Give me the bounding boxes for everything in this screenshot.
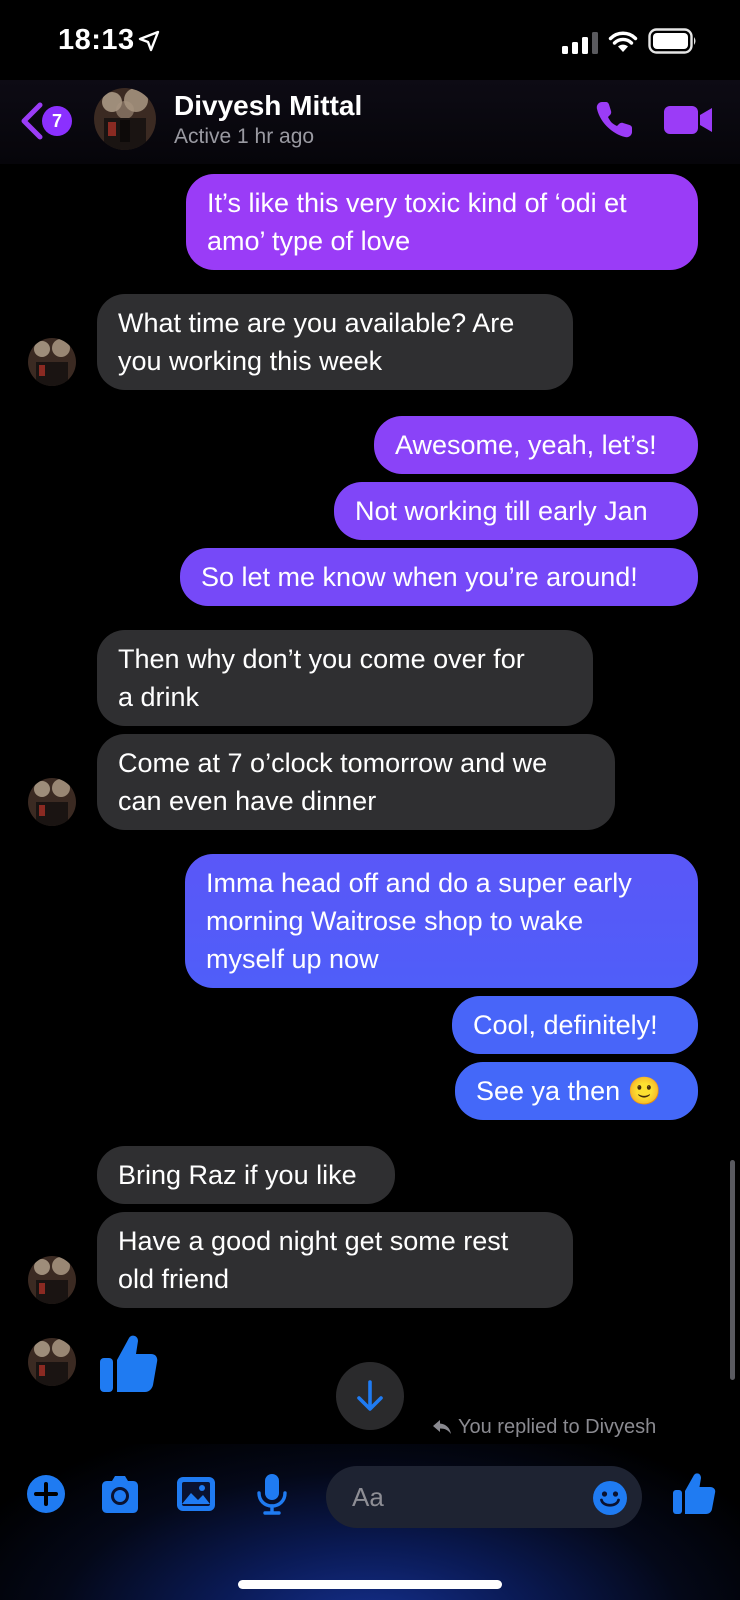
- contact-avatar-small[interactable]: [28, 778, 76, 826]
- contact-name[interactable]: Divyesh Mittal: [174, 90, 362, 122]
- plus-icon[interactable]: [24, 1472, 68, 1516]
- sent-message[interactable]: Not working till early Jan: [334, 482, 698, 540]
- camera-icon[interactable]: [98, 1472, 142, 1516]
- scroll-to-bottom-button[interactable]: [336, 1362, 404, 1430]
- contact-avatar-small[interactable]: [28, 1256, 76, 1304]
- received-message[interactable]: Come at 7 o’clock tomorrow and we can ev…: [97, 734, 615, 830]
- received-message[interactable]: Then why don’t you come over for a drink: [97, 630, 593, 726]
- sent-message[interactable]: See ya then 🙂: [455, 1062, 698, 1120]
- unread-count-badge: 7: [42, 106, 72, 136]
- scrollbar[interactable]: [730, 1160, 735, 1380]
- microphone-icon[interactable]: [250, 1472, 294, 1516]
- contact-avatar[interactable]: [94, 88, 156, 150]
- arrow-down-icon: [357, 1380, 383, 1411]
- video-call-icon[interactable]: [664, 102, 714, 138]
- back-button[interactable]: 7: [20, 100, 76, 144]
- location-arrow-icon: [138, 30, 160, 52]
- sent-message[interactable]: Cool, definitely!: [452, 996, 698, 1054]
- photo-gallery-icon[interactable]: [174, 1472, 218, 1516]
- contact-avatar-small[interactable]: [28, 1338, 76, 1386]
- reply-indicator: You replied to Divyesh: [432, 1416, 656, 1439]
- chevron-left-icon: [21, 102, 43, 140]
- message-thread[interactable]: It’s like this very toxic kind of ‘odi e…: [0, 164, 740, 1444]
- received-message[interactable]: Bring Raz if you like: [97, 1146, 395, 1204]
- message-composer: Aa: [0, 1444, 740, 1600]
- contact-active-status: Active 1 hr ago: [174, 125, 315, 148]
- battery-icon: [648, 28, 696, 54]
- reply-arrow-icon: [433, 1420, 451, 1434]
- thumbs-up-icon[interactable]: [98, 1332, 158, 1394]
- conversation-header: 7 Divyesh Mittal Active 1 hr ago: [0, 80, 740, 164]
- sent-message[interactable]: So let me know when you’re around!: [180, 548, 698, 606]
- emoji-icon[interactable]: [592, 1480, 628, 1516]
- sent-message[interactable]: It’s like this very toxic kind of ‘odi e…: [186, 174, 698, 270]
- status-time: 18:13: [58, 24, 135, 56]
- sent-message[interactable]: Awesome, yeah, let’s!: [374, 416, 698, 474]
- home-indicator: [238, 1580, 502, 1589]
- thumbs-up-send-icon[interactable]: [672, 1470, 716, 1516]
- status-bar: 18:13: [0, 0, 740, 80]
- wifi-icon: [608, 31, 638, 52]
- message-input-placeholder: Aa: [352, 1482, 384, 1512]
- cellular-signal-icon: [562, 32, 598, 54]
- message-input[interactable]: Aa: [326, 1466, 642, 1528]
- sent-message[interactable]: Imma head off and do a super early morni…: [185, 854, 698, 988]
- contact-avatar-small[interactable]: [28, 338, 76, 386]
- phone-call-icon[interactable]: [592, 98, 636, 142]
- received-message[interactable]: What time are you available? Are you wor…: [97, 294, 573, 390]
- received-message[interactable]: Have a good night get some rest old frie…: [97, 1212, 573, 1308]
